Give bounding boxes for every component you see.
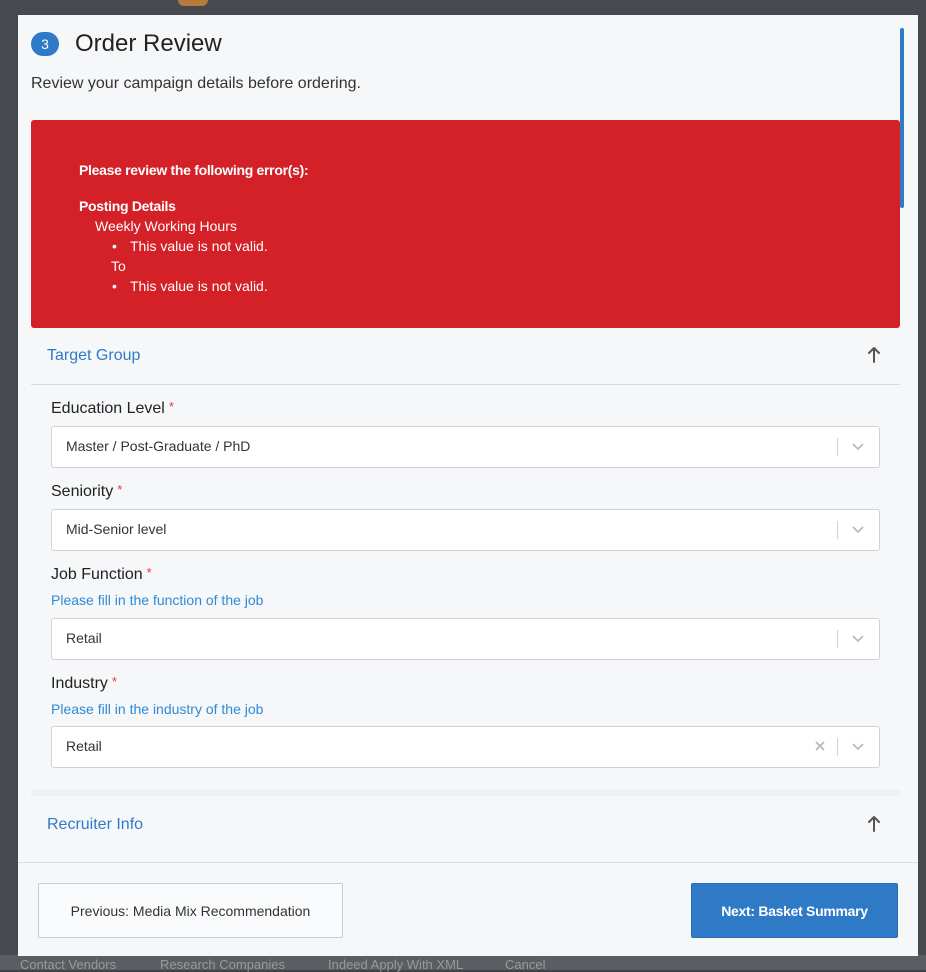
collapse-arrow-icon[interactable] bbox=[866, 345, 882, 365]
error-section-title: Posting Details bbox=[79, 198, 176, 214]
error-field-weekly-hours: Weekly Working Hours bbox=[95, 218, 237, 234]
select-separator bbox=[837, 438, 838, 456]
error-alert: Please review the following error(s): Po… bbox=[31, 120, 900, 328]
required-marker: * bbox=[168, 399, 174, 414]
target-group-title: Target Group bbox=[47, 347, 141, 364]
next-button[interactable]: Next: Basket Summary bbox=[691, 883, 898, 938]
error-message-weekly-hours: This value is not valid. bbox=[112, 238, 268, 254]
order-review-modal: 3 Order Review Review your campaign deta… bbox=[18, 15, 918, 956]
required-marker: * bbox=[117, 482, 123, 497]
education-level-label: Education Level * bbox=[51, 399, 174, 417]
backdrop-bottom-bar: Contact Vendors Research Companies Indee… bbox=[0, 955, 926, 972]
seniority-value: Mid-Senior level bbox=[66, 521, 167, 537]
job-function-hint: Please fill in the function of the job bbox=[51, 592, 264, 608]
recruiter-info-header[interactable]: Recruiter Info bbox=[31, 801, 900, 849]
chevron-down-icon[interactable] bbox=[851, 524, 865, 534]
section-divider bbox=[31, 384, 900, 385]
section-gap bbox=[31, 790, 900, 796]
previous-button[interactable]: Previous: Media Mix Recommendation bbox=[38, 883, 343, 938]
chevron-down-icon[interactable] bbox=[851, 441, 865, 451]
error-field-to: To bbox=[111, 258, 126, 274]
error-heading: Please review the following error(s): bbox=[79, 162, 309, 178]
required-marker: * bbox=[146, 565, 152, 580]
clear-icon[interactable] bbox=[813, 739, 827, 753]
modal-footer: Previous: Media Mix Recommendation Next:… bbox=[18, 862, 918, 956]
seniority-label: Seniority * bbox=[51, 482, 123, 500]
recruiter-info-title: Recruiter Info bbox=[47, 816, 144, 833]
chevron-down-icon[interactable] bbox=[851, 741, 865, 751]
job-function-select[interactable]: Retail bbox=[51, 618, 880, 660]
step-number-badge: 3 bbox=[31, 32, 59, 56]
target-group-header[interactable]: Target Group bbox=[31, 332, 900, 380]
seniority-select[interactable]: Mid-Senior level bbox=[51, 509, 880, 551]
industry-hint: Please fill in the industry of the job bbox=[51, 701, 264, 717]
scrollbar-thumb[interactable] bbox=[900, 28, 904, 208]
error-message-to: This value is not valid. bbox=[112, 278, 268, 294]
collapse-arrow-icon[interactable] bbox=[866, 814, 882, 834]
job-function-label: Job Function * bbox=[51, 565, 152, 583]
modal-title: Order Review bbox=[75, 30, 222, 57]
chevron-down-icon[interactable] bbox=[851, 633, 865, 643]
education-level-select[interactable]: Master / Post-Graduate / PhD bbox=[51, 426, 880, 468]
job-function-value: Retail bbox=[66, 630, 102, 646]
select-separator bbox=[837, 521, 838, 539]
select-separator bbox=[837, 630, 838, 648]
modal-subtitle: Review your campaign details before orde… bbox=[31, 75, 361, 92]
education-level-value: Master / Post-Graduate / PhD bbox=[66, 438, 251, 454]
required-marker: * bbox=[111, 674, 117, 689]
select-separator bbox=[837, 738, 838, 756]
industry-value: Retail bbox=[66, 738, 102, 754]
industry-label: Industry * bbox=[51, 674, 117, 692]
industry-select[interactable]: Retail bbox=[51, 726, 880, 768]
backdrop-badge bbox=[178, 0, 208, 6]
